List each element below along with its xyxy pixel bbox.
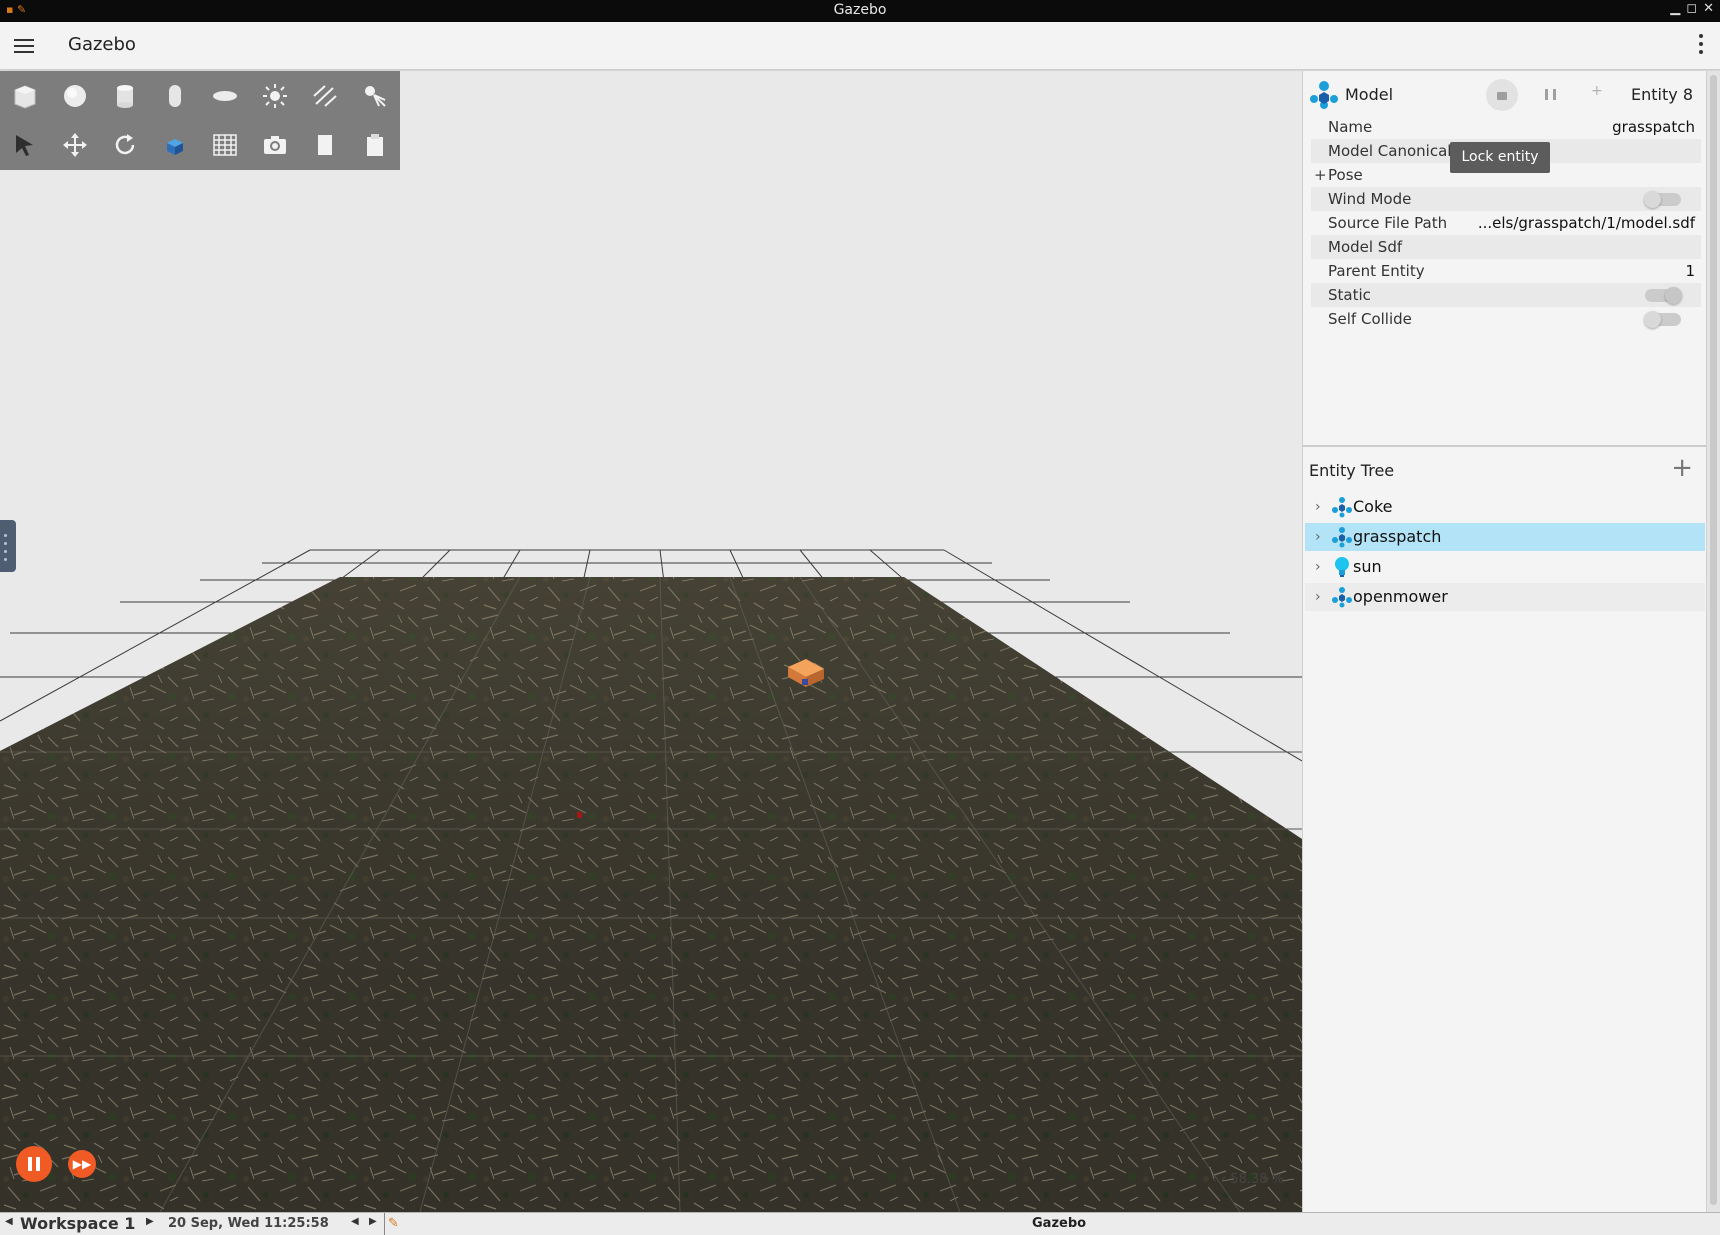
ellipsoid-icon[interactable] (200, 71, 250, 121)
prop-parent-entity: Parent Entity 1 (1311, 259, 1701, 283)
chevron-right-icon[interactable]: › (1315, 523, 1321, 551)
tree-item-sun[interactable]: › sun (1305, 553, 1705, 581)
app-title: Gazebo (68, 34, 136, 55)
copy-icon[interactable] (300, 120, 350, 170)
menu-icon[interactable] (14, 36, 34, 54)
prop-self-collide: Self Collide (1311, 307, 1701, 331)
prop-label: Pose (1328, 166, 1363, 184)
spot-light-icon[interactable] (350, 71, 400, 121)
window-next-icon[interactable]: ▶ (369, 1216, 377, 1227)
left-dock-handle[interactable] (0, 520, 16, 572)
tree-item-label: Coke (1353, 497, 1393, 516)
tree-item-grasspatch[interactable]: › grasspatch (1305, 523, 1705, 551)
screenshot-icon[interactable] (250, 120, 300, 170)
point-light-icon[interactable] (250, 71, 300, 121)
pause-button[interactable] (16, 1146, 52, 1182)
tree-item-openmower[interactable]: › openmower (1305, 583, 1705, 611)
prop-value: 1 (1685, 262, 1695, 280)
os-title-bar: ▪ ✎ Gazebo ▁ ◻ ✕ (0, 0, 1720, 22)
light-icon (1335, 557, 1349, 577)
window-title: Gazebo (833, 2, 887, 18)
prop-label: Model Sdf (1328, 238, 1403, 256)
rotate-icon[interactable] (100, 120, 150, 170)
view-angle-icon[interactable] (150, 120, 200, 170)
tree-item-label: openmower (1353, 587, 1448, 606)
minimize-icon[interactable]: ▁ (1670, 1, 1680, 16)
pause-updates-button[interactable] (1541, 85, 1561, 105)
maximize-icon[interactable]: ◻ (1686, 1, 1697, 16)
taskbar-divider (384, 1213, 385, 1235)
real-time-factor: ‹ ‹ 58.38 % (1212, 1172, 1284, 1187)
translate-icon[interactable] (50, 120, 100, 170)
lock-entity-button[interactable] (1486, 79, 1518, 111)
directional-light-icon[interactable] (300, 71, 350, 121)
taskbar-clock: 20 Sep, Wed 11:25:58 (168, 1216, 329, 1231)
component-inspector-header: Model + Entity 8 (1303, 71, 1707, 115)
prop-label: Static (1328, 286, 1371, 304)
scene-3d-viewport[interactable] (0, 71, 1302, 1212)
add-entity-icon[interactable]: + (1671, 455, 1693, 481)
prop-source-file-path: Source File Path ...els/grasspatch/1/mod… (1311, 211, 1701, 235)
model-icon (1332, 587, 1352, 608)
wind-mode-toggle[interactable] (1644, 191, 1681, 208)
static-toggle[interactable] (1645, 287, 1682, 304)
tree-item-label: grasspatch (1353, 527, 1442, 546)
capsule-icon[interactable] (150, 71, 200, 121)
chevron-right-icon[interactable]: › (1315, 583, 1321, 611)
workspace-name[interactable]: Workspace 1 (20, 1214, 135, 1233)
box-icon[interactable] (0, 71, 50, 121)
prop-model-sdf: Model Sdf (1311, 235, 1701, 259)
prop-label: Wind Mode (1328, 190, 1412, 208)
select-icon[interactable] (0, 120, 50, 170)
prop-label: Parent Entity (1328, 262, 1425, 280)
rtf-arrows: ‹ ‹ (1211, 1172, 1231, 1187)
pin-icon[interactable]: + (1591, 83, 1611, 103)
prop-label: Name (1328, 118, 1373, 136)
rtf-value: 58.38 % (1230, 1172, 1284, 1187)
prop-static: Static (1311, 283, 1701, 307)
more-options-icon[interactable] (1698, 34, 1704, 58)
workspace-prev-icon[interactable]: ◀ (5, 1216, 13, 1227)
app-header: Gazebo (0, 22, 1720, 70)
lock-icon (1497, 92, 1507, 100)
entity-id-label: Entity 8 (1631, 85, 1693, 104)
self-collide-toggle[interactable] (1644, 311, 1681, 328)
window-controls: ▁ ◻ ✕ (1670, 1, 1714, 16)
paste-icon[interactable] (350, 120, 400, 170)
grid-config-icon[interactable] (200, 120, 250, 170)
close-icon[interactable]: ✕ (1703, 1, 1714, 16)
entity-tree-header: Entity Tree + (1303, 447, 1707, 491)
model-icon (1332, 527, 1352, 548)
step-forward-button[interactable]: ▶▶ (68, 1150, 96, 1178)
prop-value: ...els/grasspatch/1/model.sdf (1477, 214, 1695, 232)
prop-value[interactable]: grasspatch (1612, 115, 1695, 139)
scene-render[interactable] (0, 71, 1302, 1212)
active-window-title[interactable]: Gazebo (1032, 1216, 1086, 1231)
tree-item-coke[interactable]: › Coke (1305, 493, 1705, 521)
scene-toolbar (0, 71, 400, 170)
model-icon (1310, 81, 1338, 109)
chevron-right-icon[interactable]: › (1315, 493, 1321, 521)
workspace-next-icon[interactable]: ▶ (146, 1216, 154, 1227)
openmower-model (577, 812, 582, 818)
gazebo-app-icon[interactable]: ✎ (388, 1216, 399, 1231)
right-panel-scrollbar[interactable] (1706, 71, 1720, 1212)
prop-label: Source File Path (1328, 214, 1448, 232)
os-taskbar: ◀ Workspace 1 ▶ 20 Sep, Wed 11:25:58 ◀ ▶… (0, 1212, 1720, 1235)
tree-item-label: sun (1353, 557, 1382, 576)
sphere-icon[interactable] (50, 71, 100, 121)
prop-wind-mode: Wind Mode (1311, 187, 1701, 211)
window-prev-icon[interactable]: ◀ (351, 1216, 359, 1227)
model-icon (1332, 497, 1352, 518)
right-panel: Model + Entity 8 Name grasspatch Model C… (1302, 71, 1707, 1212)
prop-label: Self Collide (1328, 310, 1412, 328)
cylinder-icon[interactable] (100, 71, 150, 121)
component-title: Model (1345, 85, 1394, 104)
chevron-right-icon[interactable]: › (1315, 553, 1321, 581)
lock-entity-tooltip: Lock entity (1450, 142, 1550, 173)
prop-name: Name grasspatch (1311, 115, 1701, 139)
entity-tree-title: Entity Tree (1309, 461, 1395, 480)
expand-icon[interactable]: + (1314, 163, 1327, 187)
